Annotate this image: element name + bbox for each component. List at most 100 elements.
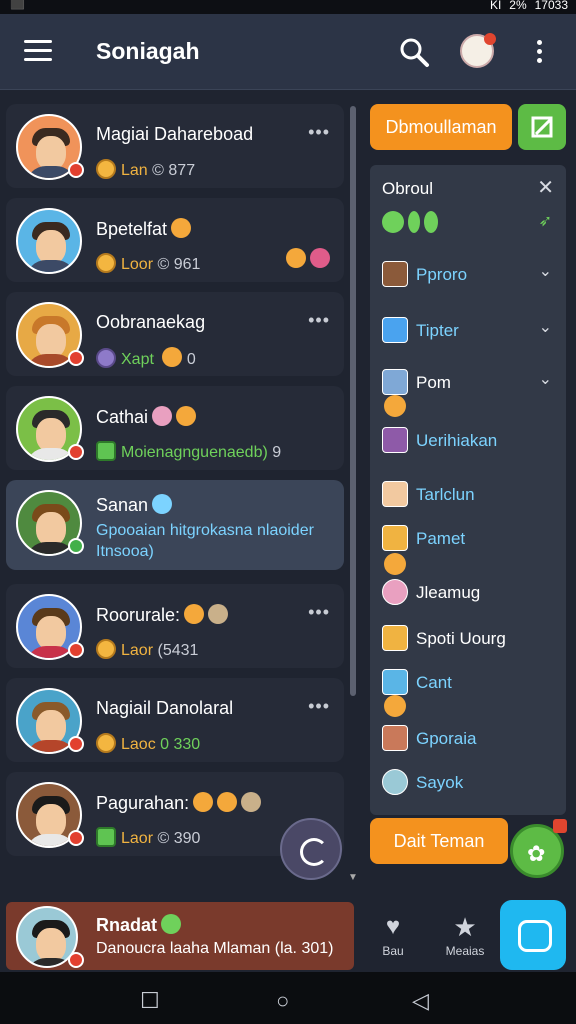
panel-title: Obroul: [382, 179, 434, 198]
chat-name: Nagiail Danolaral: [96, 698, 234, 718]
chat-name: Bpetelfat: [96, 218, 192, 240]
search-icon[interactable]: [398, 36, 430, 68]
edit-button[interactable]: [518, 104, 566, 150]
status-icons: [382, 211, 442, 238]
top-action-button[interactable]: Dbmoullaman: [370, 104, 512, 150]
chat-subtitle: Loor © 961: [96, 253, 200, 274]
flower-icon: ✿: [527, 841, 546, 866]
system-nav-bar: ☐ ○ ◁: [0, 972, 576, 1024]
chevron-down-icon[interactable]: ⌄: [539, 261, 552, 281]
friends-panel: Obroul ✕ ➶ Pproro ⌄ Tipter ⌄ Pom ⌄ Uerih…: [370, 165, 566, 815]
status-badge: [68, 830, 84, 846]
apps-fab-button[interactable]: ✿: [510, 819, 567, 878]
status-badge: [68, 952, 84, 968]
chat-subtitle: Laor © 390: [96, 827, 200, 848]
close-icon[interactable]: ✕: [537, 175, 554, 200]
chevron-down-icon[interactable]: ⌄: [539, 369, 552, 389]
status-bar: ⬛ KI 2% 17033: [0, 0, 576, 14]
tab-label: Meaias: [445, 944, 485, 958]
heart-icon: ♥: [385, 913, 401, 940]
chat-name: Pagurahan:: [96, 792, 262, 814]
chat-item[interactable]: Oobranaekag Xapt 0 •••: [6, 292, 344, 376]
battery-level: 2%: [509, 0, 527, 12]
coin-icon: [96, 733, 116, 753]
tab-favorites[interactable]: ♥ Bau: [360, 904, 426, 968]
add-friend-button[interactable]: Dait Teman: [370, 818, 508, 864]
scrollbar[interactable]: [350, 106, 356, 696]
chat-name: Sanan: [96, 494, 173, 516]
chat-preview: Danoucra laaha Mlaman (la. 301): [96, 940, 334, 957]
status-badge: [68, 444, 84, 460]
chat-name: Oobranaekag: [96, 312, 206, 332]
overflow-menu-icon[interactable]: [537, 40, 543, 64]
chat-preview: Gpooaian hitgrokasna nlaoider Itnsooa): [96, 522, 314, 560]
more-icon[interactable]: •••: [308, 696, 330, 717]
panel-item[interactable]: Sayok: [382, 769, 463, 795]
tab-label: Bau: [382, 944, 404, 958]
scroll-down-icon[interactable]: ▼: [348, 872, 358, 883]
leaf-icon: ➶: [538, 213, 552, 230]
coin-icon: [96, 639, 116, 659]
signal-indicator: KI: [489, 0, 502, 12]
chat-subtitle: Laoc 0 330: [96, 733, 200, 754]
notification-dot: [484, 33, 496, 45]
chat-icon: [96, 441, 116, 461]
refresh-fab-button[interactable]: [280, 818, 342, 880]
chat-subtitle: Xapt 0: [96, 347, 196, 369]
panel-item[interactable]: Uerihiakan: [382, 427, 497, 453]
menu-icon[interactable]: [24, 40, 52, 62]
coin-icon: [96, 159, 116, 179]
chat-item[interactable]: Bpetelfat Loor © 961: [6, 198, 344, 282]
chat-item[interactable]: Cathai Moienagnguenaedb) 9: [6, 386, 344, 470]
status-left-icon: ⬛: [10, 0, 25, 10]
chat-name: Cathai: [96, 406, 197, 428]
profile-avatar[interactable]: [460, 33, 496, 68]
status-badge: [68, 736, 84, 752]
status-badge: [68, 538, 84, 554]
status-badge: [68, 350, 84, 366]
pinned-chat[interactable]: Rnadat Danoucra laaha Mlaman (la. 301): [6, 902, 354, 970]
chat-subtitle: Lan © 877: [96, 159, 195, 180]
clock: 17033: [534, 0, 568, 12]
app-header: Soniagah: [0, 14, 576, 90]
more-icon[interactable]: •••: [308, 122, 330, 143]
chat-name: Rnadat: [96, 914, 182, 936]
panel-item[interactable]: Cant: [382, 669, 452, 695]
chat-item[interactable]: Nagiail Danolaral Laoc 0 330 •••: [6, 678, 344, 762]
chat-item-active[interactable]: Sanan Gpooaian hitgrokasna nlaoider Itns…: [6, 480, 344, 570]
notification-dot: [553, 819, 567, 833]
avatar: [16, 208, 82, 274]
status-badge: [68, 162, 84, 178]
panel-item[interactable]: Gporaia: [382, 725, 476, 751]
panel-item[interactable]: Spoti Uourg: [382, 625, 506, 651]
smiley-icon: [384, 395, 406, 417]
chat-subtitle: Laor (5431: [96, 639, 198, 660]
more-icon[interactable]: •••: [308, 602, 330, 623]
smiley-icon: [384, 695, 406, 717]
edit-icon: [531, 116, 553, 138]
home-button[interactable]: ○: [276, 988, 289, 1014]
chat-name: Roorurale:: [96, 604, 229, 626]
chat-item[interactable]: Roorurale: Laor (5431 •••: [6, 584, 344, 668]
chat-subtitle: Moienagnguenaedb) 9: [96, 441, 281, 462]
recents-button[interactable]: ☐: [140, 988, 160, 1014]
app-title: Soniagah: [96, 38, 200, 64]
panel-item[interactable]: Pproro: [382, 261, 467, 287]
coin-icon: [96, 253, 116, 273]
panel-item[interactable]: Tarlclun: [382, 481, 475, 507]
tab-chat[interactable]: [500, 900, 566, 970]
chevron-down-icon[interactable]: ⌄: [539, 317, 552, 337]
star-icon: ★: [453, 912, 477, 942]
smiley-icon: [171, 218, 192, 238]
coin-icon: [96, 348, 116, 368]
chat-item[interactable]: Magiai Dahareboad Lan © 877 •••: [6, 104, 344, 188]
status-badge: [68, 642, 84, 658]
back-button[interactable]: ◁: [412, 988, 429, 1014]
panel-item[interactable]: Jleamug: [382, 579, 480, 605]
tab-media[interactable]: ★ Meaias: [432, 904, 498, 968]
panel-item[interactable]: Tipter: [382, 317, 459, 343]
coin-icon: [96, 827, 116, 847]
panel-item[interactable]: Pamet: [382, 525, 465, 551]
more-icon[interactable]: •••: [308, 310, 330, 331]
panel-item[interactable]: Pom: [382, 369, 451, 395]
